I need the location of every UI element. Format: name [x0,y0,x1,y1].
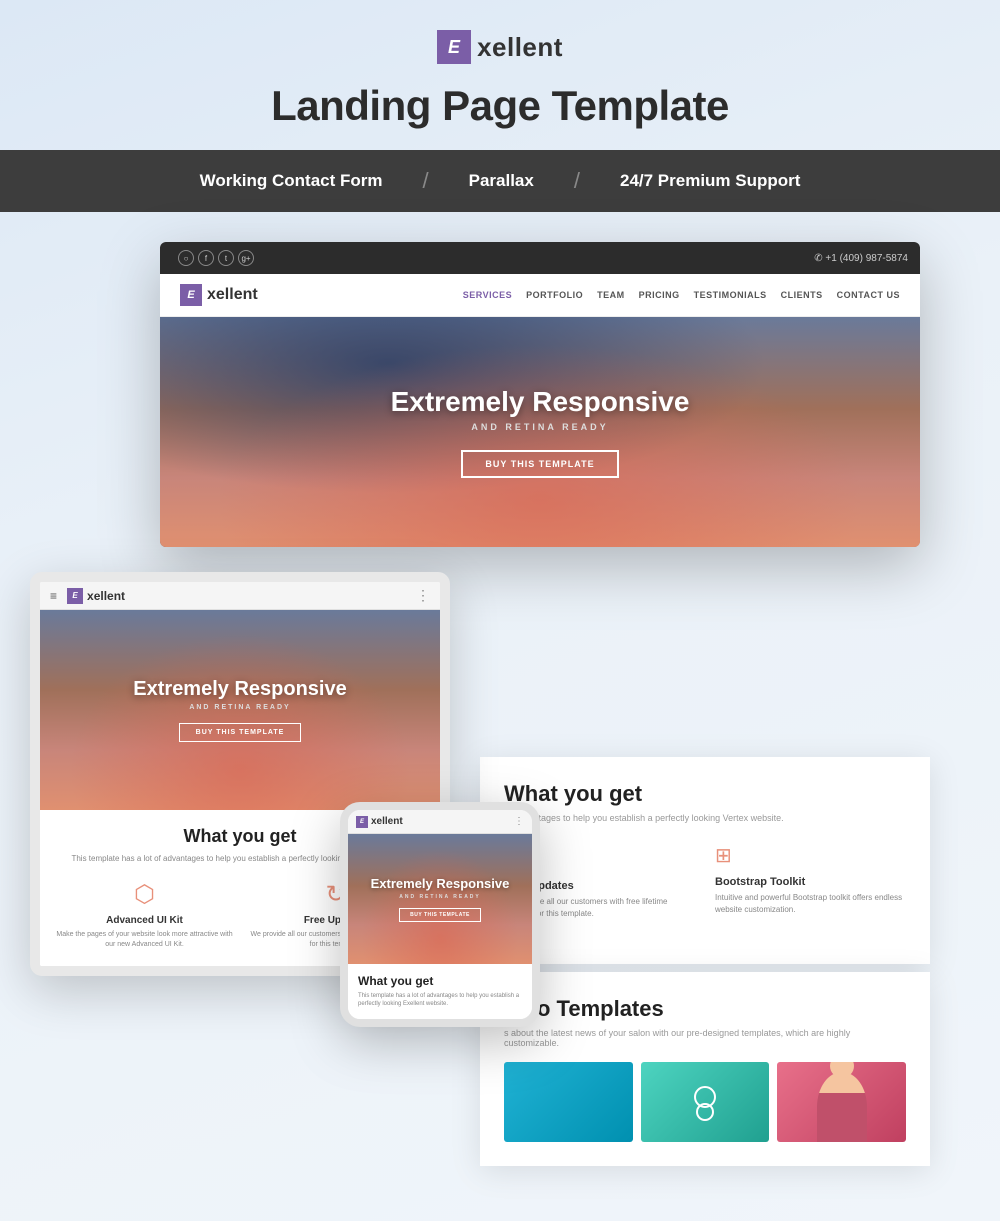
nav-testimonials[interactable]: TESTIMONIALS [694,290,767,300]
browser-social-icons: ○ f t g+ [178,250,254,266]
site-logo-text: xellent [207,286,258,304]
right-bootstrap-icon: ⊞ [715,843,906,868]
features-bar: Working Contact Form / Parallax / 24/7 P… [0,150,1000,212]
tablet-menu-icon[interactable]: ≡ [50,589,57,603]
feature-divider-1: / [423,168,429,194]
right-section-sub: of advantages to help you establish a pe… [504,813,906,823]
portfolio-sub: s about the latest news of your salon wi… [504,1028,906,1048]
phone-hero-btn[interactable]: BUY THIS TEMPLATE [399,908,481,922]
person-head [830,1062,854,1078]
phone-logo-icon: E [356,816,368,828]
social-icon-g: g+ [238,250,254,266]
browser-bar: ○ f t g+ ✆ +1 (409) 987-5874 [160,242,920,274]
phone-top-bar: E xellent ⋮ [348,810,532,834]
mockup-container: ○ f t g+ ✆ +1 (409) 987-5874 E xellent S… [0,212,1000,1112]
site-hero: Extremely Responsive AND RETINA READY BU… [160,317,920,547]
tablet-feature-1: ⬡ Advanced UI Kit Make the pages of your… [56,880,233,950]
desktop-mockup: ○ f t g+ ✆ +1 (409) 987-5874 E xellent S… [160,242,920,547]
tablet-feature-desc-1: Make the pages of your website look more… [56,930,233,950]
phone-logo-text: xellent [371,816,403,827]
portfolio-title: folio Templates [504,996,906,1022]
feature-parallax: Parallax [429,171,574,191]
portfolio-person [777,1062,906,1142]
portfolio-images [504,1062,906,1142]
feature-label-2: Parallax [469,171,534,191]
phone-more-icon[interactable]: ⋮ [514,816,524,827]
nav-services[interactable]: SERVICES [463,290,512,300]
nav-team[interactable]: TEAM [597,290,625,300]
feature-label-3: 24/7 Premium Support [620,171,800,191]
social-icon-f: f [198,250,214,266]
hero-bg [160,317,920,547]
social-icon-circle: ○ [178,250,194,266]
tablet-hero-subtitle: AND RETINA READY [189,704,290,711]
phone-hero-title: Extremely Responsive [371,876,510,892]
phone-section-sub: This template has a lot of advantages to… [358,992,522,1009]
right-feature-desc-2: Intuitive and powerful Bootstrap toolkit… [715,892,906,916]
nav-pricing[interactable]: PRICING [639,290,680,300]
portfolio-image-3 [777,1062,906,1142]
portfolio-image-2 [641,1062,770,1142]
tablet-top-bar: ≡ E xellent ⋮ [40,582,440,610]
phone-hero: Extremely Responsive AND RETINA READY BU… [348,834,532,964]
nav-clients[interactable]: CLIENTS [781,290,823,300]
browser-phone: ✆ +1 (409) 987-5874 [814,253,908,264]
feature-label-1: Working Contact Form [200,171,383,191]
site-logo-icon: E [180,284,202,306]
logo-area: E xellent [437,30,563,64]
right-feature-2: ⊞ Bootstrap Toolkit Intuitive and powerf… [715,843,906,920]
feature-contact-form: Working Contact Form [160,171,423,191]
portfolio-image-1 [504,1062,633,1142]
feature-support: 24/7 Premium Support [580,171,840,191]
page-title: Landing Page Template [271,82,729,130]
phone-mockup: E xellent ⋮ Extremely Responsive AND RET… [340,802,540,1027]
phone-hero-subtitle: AND RETINA READY [399,894,481,900]
tablet-hero-btn[interactable]: BUY THIS TEMPLATE [179,723,302,742]
tablet-feature-title-1: Advanced UI Kit [56,915,233,926]
nav-contact[interactable]: CONTACT US [837,290,900,300]
feature-divider-2: / [574,168,580,194]
tablet-logo-text: xellent [87,589,125,603]
site-nav: E xellent SERVICES PORTFOLIO TEAM PRICIN… [160,274,920,317]
header: E xellent Landing Page Template [0,0,1000,150]
hero-title: Extremely Responsive [391,386,690,418]
person-body [817,1072,867,1142]
right-feature-title-2: Bootstrap Toolkit [715,876,906,888]
advanced-ui-icon: ⬡ [56,880,233,909]
portfolio-image-2-graphic [680,1077,730,1127]
phone-content: What you get This template has a lot of … [348,964,532,1019]
hero-subtitle: AND RETINA READY [471,422,608,432]
tablet-hero: Extremely Responsive AND RETINA READY BU… [40,610,440,810]
phone-section-title: What you get [358,974,522,988]
phone-logo: E xellent [356,816,403,828]
brand-logo-icon: E [437,30,471,64]
right-features-grid: ↻ Free Updates We provide all our custom… [504,843,906,920]
tablet-more-icon[interactable]: ⋮ [416,587,430,604]
tablet-hero-title: Extremely Responsive [133,678,346,701]
site-logo: E xellent [180,284,258,306]
nav-portfolio[interactable]: PORTFOLIO [526,290,583,300]
tablet-logo-icon: E [67,588,83,604]
social-icon-t: t [218,250,234,266]
tablet-logo: E xellent [67,588,125,604]
brand-logo-text: xellent [477,32,563,63]
right-section-title: What you get [504,781,906,807]
right-what-you-get-panel: What you get of advantages to help you e… [480,757,930,964]
site-nav-links: SERVICES PORTFOLIO TEAM PRICING TESTIMON… [463,290,900,300]
hero-cta-button[interactable]: BUY THIS TEMPLATE [461,450,618,478]
portfolio-panel: folio Templates s about the latest news … [480,972,930,1166]
